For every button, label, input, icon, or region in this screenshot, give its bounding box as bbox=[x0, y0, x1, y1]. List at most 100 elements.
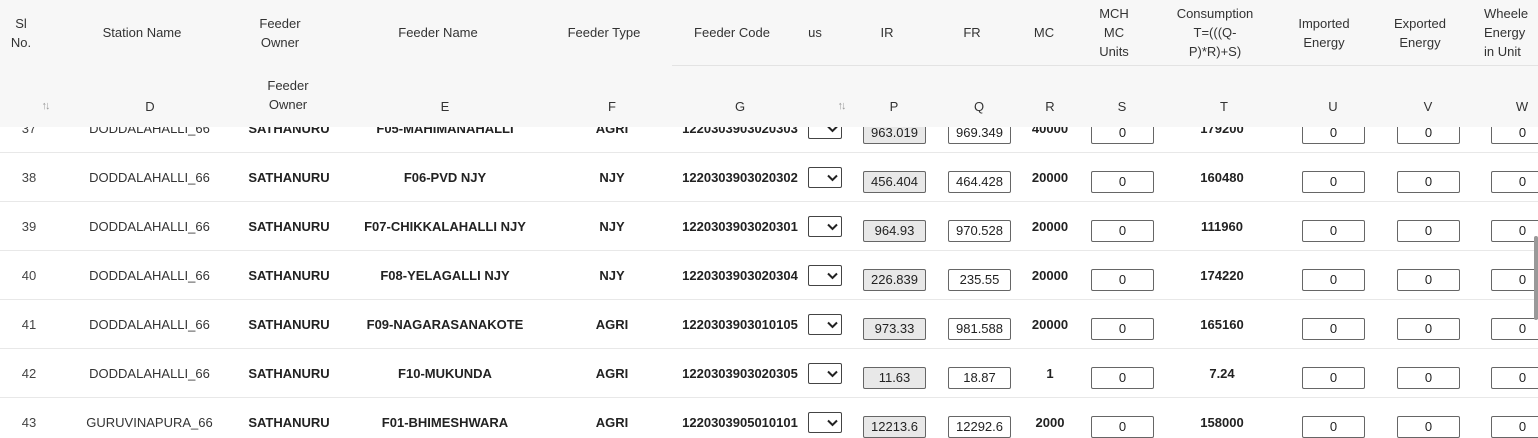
chevron-down-icon bbox=[827, 272, 838, 279]
cell-mch: 0 bbox=[1091, 255, 1154, 304]
cell-feeder-name: F01-BHIMESHWARA bbox=[381, 415, 509, 430]
ir-input: 226.839 bbox=[863, 268, 926, 291]
cell-status bbox=[808, 349, 842, 398]
header-mch-line1: MCH bbox=[1099, 6, 1129, 21]
mch-units-input[interactable]: 0 bbox=[1091, 219, 1154, 242]
status-sort-icon[interactable]: ↑↓ bbox=[826, 97, 856, 116]
fr-input[interactable]: 235.55 bbox=[948, 268, 1011, 291]
cell-feeder-name: F06-PVD NJY bbox=[403, 170, 487, 185]
exported-energy-input[interactable]: 0 bbox=[1397, 415, 1460, 438]
cell-wheeled: 0 bbox=[1491, 353, 1538, 402]
chevron-down-icon bbox=[827, 223, 838, 230]
mch-units-input[interactable]: 0 bbox=[1091, 366, 1154, 389]
sl-no-sort-icon[interactable]: ↑↓ bbox=[30, 97, 60, 116]
table-row: 40 DODDALAHALLI_66 SATHANURU F08-YELAGALLI … bbox=[0, 251, 1538, 300]
cell-feeder-name: F08-YELAGALLI NJY bbox=[380, 268, 510, 283]
mch-units-input[interactable]: 0 bbox=[1091, 415, 1154, 438]
cell-mc: 20000 bbox=[1031, 317, 1069, 332]
fr-input[interactable]: 464.428 bbox=[948, 170, 1011, 193]
exported-energy-input[interactable]: 0 bbox=[1397, 268, 1460, 291]
cell-imported: 0 bbox=[1302, 157, 1365, 206]
cell-exported: 0 bbox=[1397, 353, 1460, 402]
header-divider bbox=[672, 65, 1538, 66]
header-exported-line2: Energy bbox=[1399, 34, 1441, 50]
mch-units-input[interactable]: 0 bbox=[1091, 317, 1154, 340]
cell-consumption: 174220 bbox=[1200, 268, 1244, 283]
status-select[interactable] bbox=[808, 265, 842, 286]
cell-feeder-code: 1220303903020305 bbox=[682, 366, 798, 381]
mch-units-input[interactable]: 0 bbox=[1091, 268, 1154, 291]
fr-input[interactable]: 981.588 bbox=[948, 317, 1011, 340]
subheader-imported: U bbox=[1328, 99, 1338, 114]
cell-exported: 0 bbox=[1397, 304, 1460, 353]
cell-feeder-name: F07-CHIKKALAHALLI NJY bbox=[364, 219, 526, 234]
status-select[interactable] bbox=[808, 363, 842, 384]
exported-energy-input[interactable]: 0 bbox=[1397, 170, 1460, 193]
subheader-fr: Q bbox=[973, 99, 985, 114]
imported-energy-input[interactable]: 0 bbox=[1302, 317, 1365, 340]
header-fr: FR bbox=[947, 0, 997, 65]
fr-input[interactable]: 970.528 bbox=[948, 219, 1011, 242]
fr-input[interactable]: 18.87 bbox=[948, 366, 1011, 389]
chevron-down-icon bbox=[827, 174, 838, 181]
header-sl-no-line1: Sl bbox=[15, 15, 27, 31]
wheeled-energy-input[interactable]: 0 bbox=[1491, 170, 1538, 193]
header-feeder-type-text: Feeder Type bbox=[567, 25, 641, 40]
header-feeder-type: Feeder Type bbox=[556, 0, 652, 65]
cell-status bbox=[808, 251, 842, 300]
status-select[interactable] bbox=[808, 314, 842, 335]
cell-feeder-type: NJY bbox=[599, 268, 625, 283]
imported-energy-input[interactable]: 0 bbox=[1302, 415, 1365, 438]
header-wheeled-line2: Energy bbox=[1484, 25, 1526, 40]
cell-mc: 1 bbox=[1046, 366, 1054, 381]
cell-wheeled: 0 bbox=[1491, 206, 1538, 255]
imported-energy-input[interactable]: 0 bbox=[1302, 268, 1365, 291]
header-imported-energy: Imported Energy bbox=[1288, 0, 1360, 65]
header-sl-no-line2: No. bbox=[10, 34, 32, 50]
cell-feeder-name: F09-NAGARASANAKOTE bbox=[366, 317, 524, 332]
wheeled-energy-input[interactable]: 0 bbox=[1491, 366, 1538, 389]
wheeled-energy-input[interactable]: 0 bbox=[1491, 219, 1538, 242]
cell-sl-no: 39 bbox=[21, 219, 37, 234]
wheeled-energy-input[interactable]: 0 bbox=[1491, 268, 1538, 291]
header-consumption-line1: Consumption bbox=[1176, 6, 1254, 21]
header-mch-line2: MC bbox=[1103, 25, 1125, 40]
fr-input[interactable]: 12292.6 bbox=[948, 415, 1011, 438]
status-select[interactable] bbox=[808, 167, 842, 188]
cell-feeder-type: NJY bbox=[599, 170, 625, 185]
cell-feeder-type: AGRI bbox=[595, 415, 629, 430]
chevron-down-icon bbox=[827, 370, 838, 377]
chevron-down-icon bbox=[827, 321, 838, 328]
subheader-feeder-name: E bbox=[440, 99, 450, 114]
cell-feeder-owner: SATHANURU bbox=[248, 170, 330, 185]
mch-units-input[interactable]: 0 bbox=[1091, 170, 1154, 193]
cell-ir: 226.839 bbox=[863, 255, 926, 304]
imported-energy-input[interactable]: 0 bbox=[1302, 219, 1365, 242]
cell-status bbox=[808, 300, 842, 349]
header-exported-line1: Exported bbox=[1393, 15, 1447, 31]
imported-energy-input[interactable]: 0 bbox=[1302, 366, 1365, 389]
cell-imported: 0 bbox=[1302, 353, 1365, 402]
cell-imported: 0 bbox=[1302, 255, 1365, 304]
header-mch-mc-units: MCH MC Units bbox=[1086, 0, 1142, 65]
wheeled-energy-input[interactable]: 0 bbox=[1491, 415, 1538, 438]
cell-ir: 973.33 bbox=[863, 304, 926, 353]
exported-energy-input[interactable]: 0 bbox=[1397, 317, 1460, 340]
subheader-mc: R bbox=[1045, 99, 1055, 114]
cell-imported: 0 bbox=[1302, 304, 1365, 353]
vertical-scrollbar-thumb[interactable] bbox=[1534, 236, 1538, 320]
cell-feeder-owner: SATHANURU bbox=[248, 415, 330, 430]
exported-energy-input[interactable]: 0 bbox=[1397, 366, 1460, 389]
exported-energy-input[interactable]: 0 bbox=[1397, 219, 1460, 242]
table-row: 43 GURUVINAPURA_66 SATHANURU F01-BHIMESHWAR… bbox=[0, 398, 1538, 438]
cell-mc: 20000 bbox=[1031, 268, 1069, 283]
wheeled-energy-input[interactable]: 0 bbox=[1491, 317, 1538, 340]
cell-mch: 0 bbox=[1091, 304, 1154, 353]
imported-energy-input[interactable]: 0 bbox=[1302, 170, 1365, 193]
header-status: us bbox=[800, 0, 830, 65]
status-select[interactable] bbox=[808, 216, 842, 237]
chevron-down-icon bbox=[827, 419, 838, 426]
status-select[interactable] bbox=[808, 412, 842, 433]
subheader-station: D bbox=[145, 99, 155, 114]
header-station-name-text: Station Name bbox=[102, 25, 182, 40]
